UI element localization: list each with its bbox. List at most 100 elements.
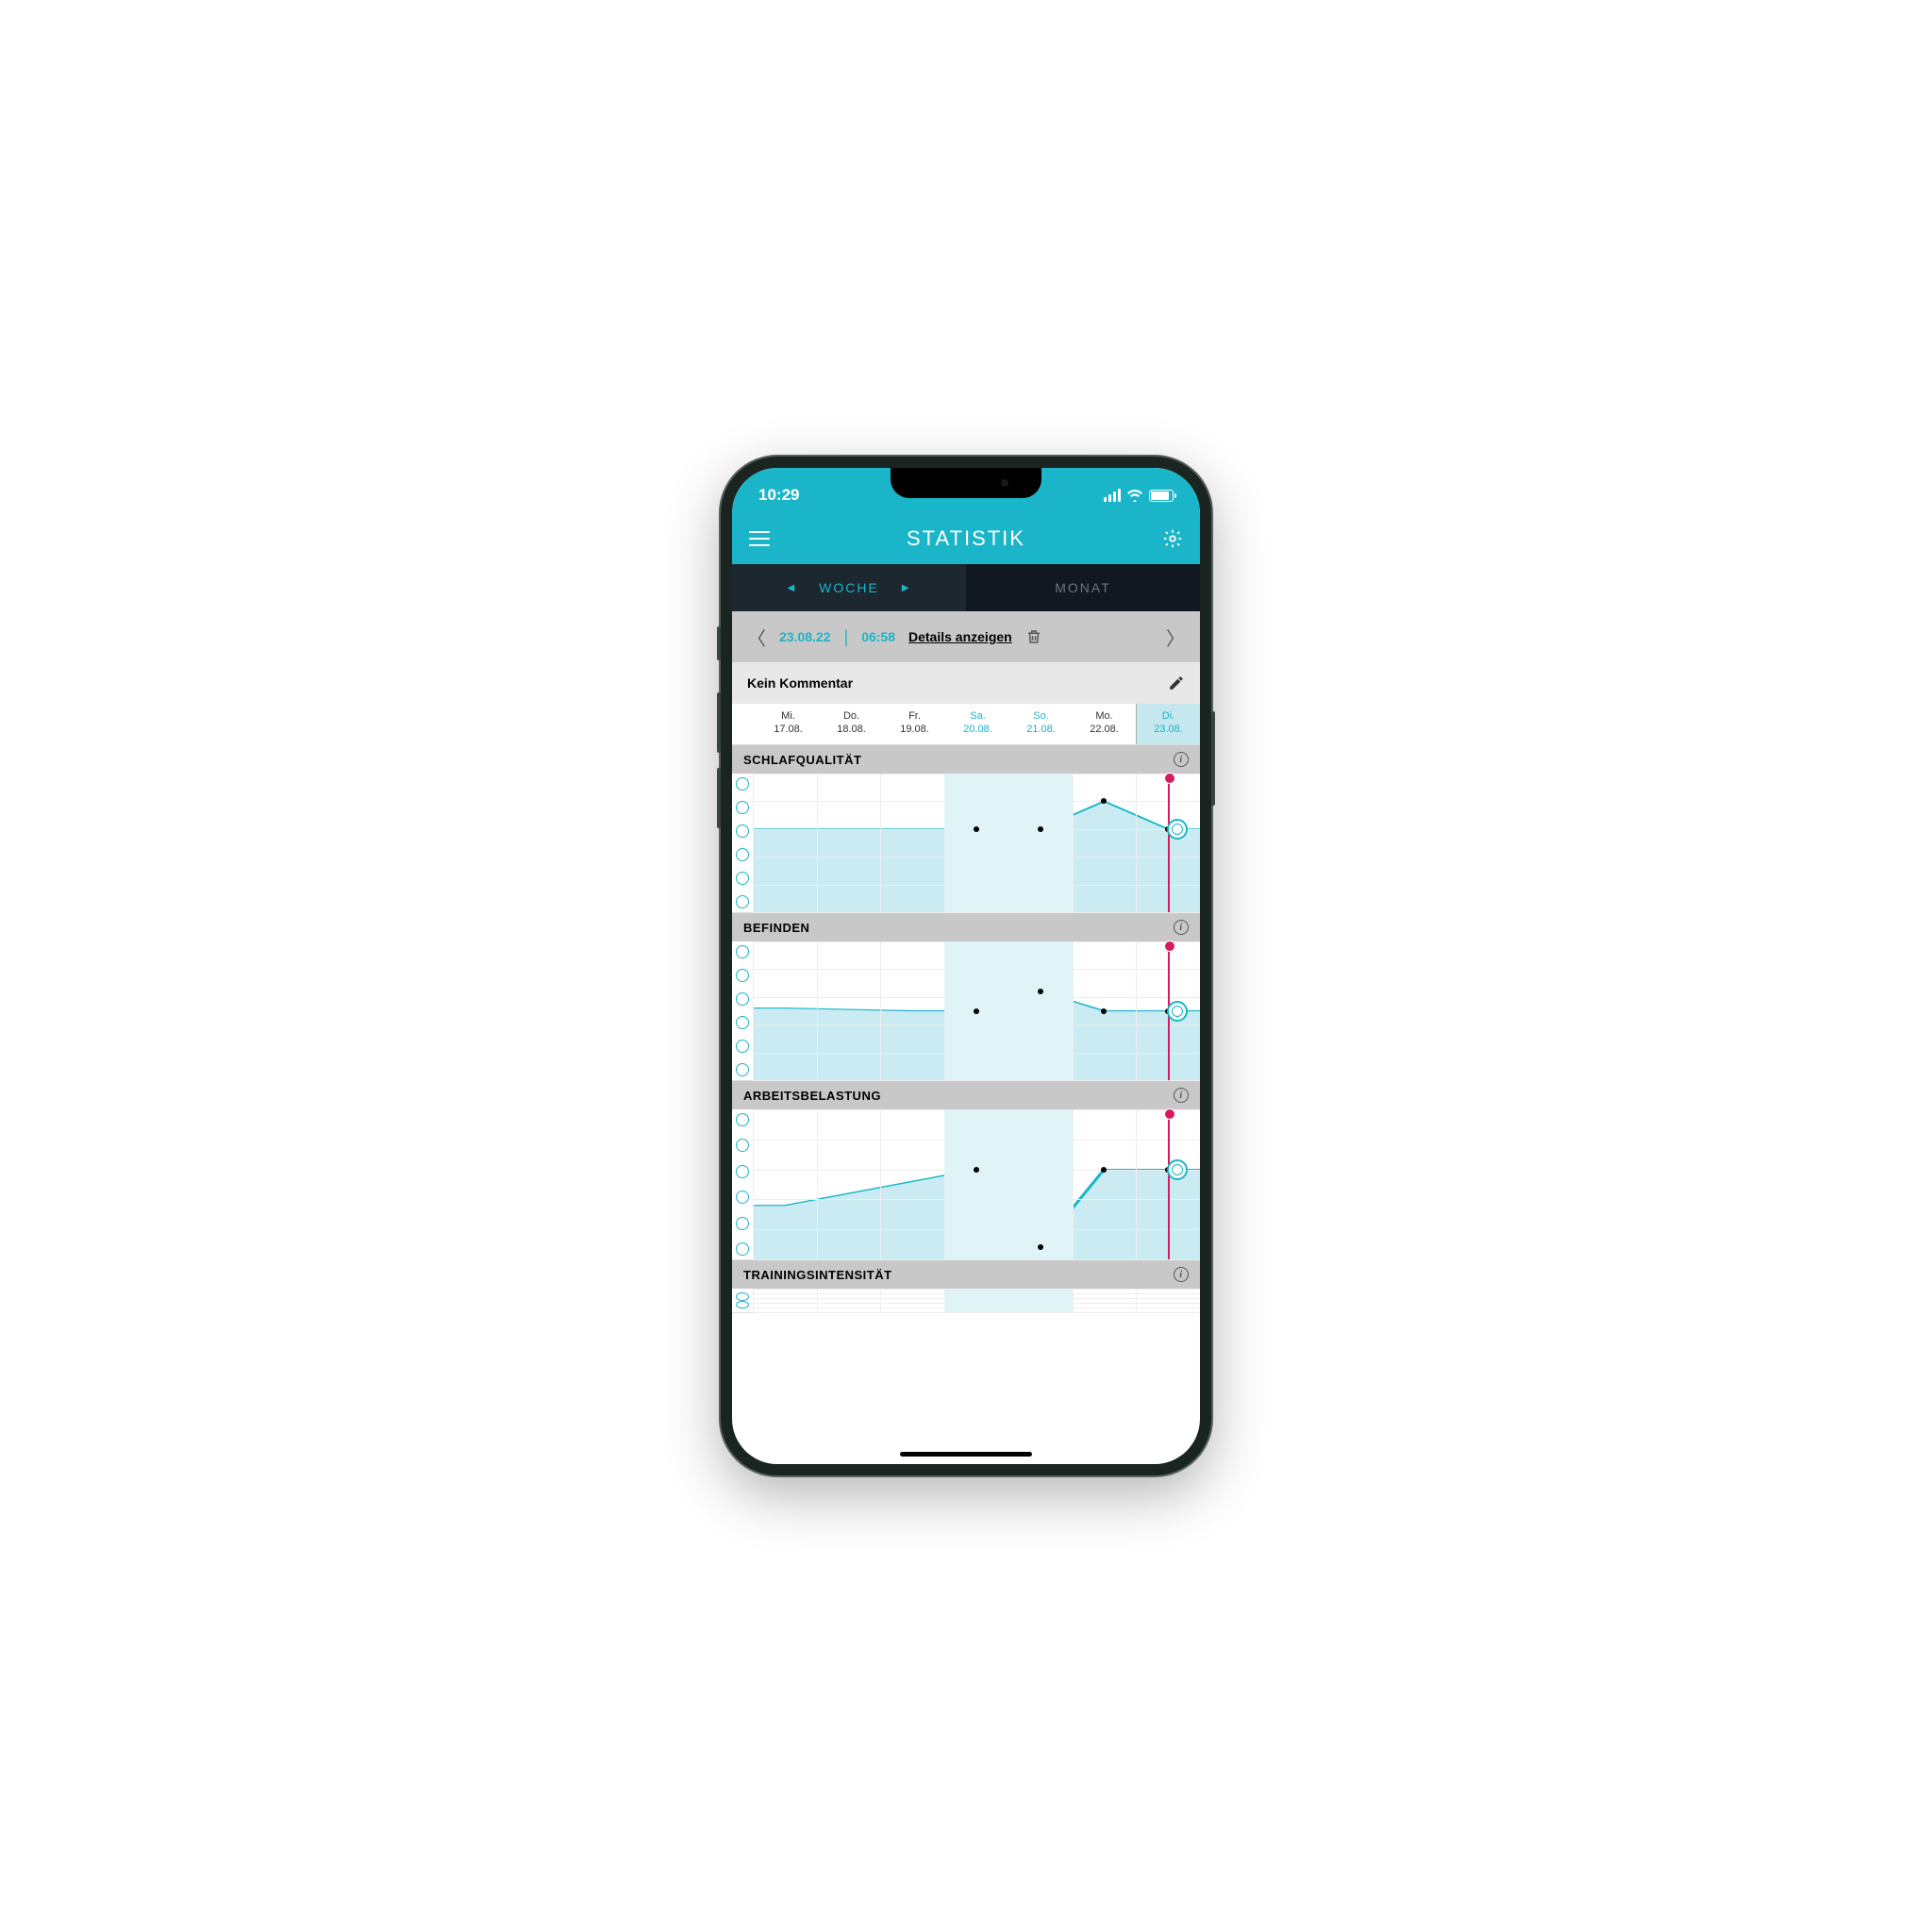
mood-face-icon: [736, 1139, 749, 1152]
mood-face-icon: [736, 1165, 749, 1178]
data-point: [974, 1167, 979, 1173]
chart: [732, 774, 1200, 913]
data-point: [1038, 989, 1043, 994]
mood-face-icon: [736, 1016, 749, 1029]
info-icon[interactable]: i: [1174, 1088, 1189, 1103]
next-week-icon[interactable]: ▶: [902, 583, 911, 593]
tab-month-label: MONAT: [1055, 580, 1111, 595]
y-axis: [732, 1113, 753, 1256]
mood-face-icon: [736, 1292, 749, 1301]
wifi-icon: [1126, 489, 1143, 502]
prev-entry-button[interactable]: 〈: [747, 624, 766, 651]
date-nav: 〈 23.08.22 | 06:58 Details anzeigen 〉: [732, 611, 1200, 662]
settings-icon[interactable]: [1162, 528, 1183, 549]
data-point: [1101, 1008, 1107, 1014]
section-header: ARBEITSBELASTUNG i: [732, 1081, 1200, 1109]
chart: [732, 1289, 1200, 1313]
trash-icon[interactable]: [1025, 628, 1042, 645]
status-icons: [1104, 489, 1174, 502]
section-header: TRAININGSINTENSITÄT i: [732, 1260, 1200, 1289]
plot-area: [753, 774, 1200, 912]
mood-face-icon: [736, 848, 749, 861]
comment-label: Kein Kommentar: [747, 675, 853, 691]
page-title: STATISTIK: [770, 526, 1162, 551]
entry-time: 06:58: [861, 629, 895, 644]
info-icon[interactable]: i: [1174, 752, 1189, 767]
phone-screen: 10:29 STATISTIK ◀ WOCHE ▶ MONAT: [732, 468, 1200, 1464]
day-cell[interactable]: Sa.20.08.: [946, 704, 1009, 744]
mood-face-icon: [736, 1301, 749, 1309]
plot-area: [753, 1289, 1200, 1312]
day-cell[interactable]: So.21.08.: [1009, 704, 1073, 744]
entry-date: 23.08.22: [779, 629, 831, 644]
comment-row: Kein Kommentar: [732, 662, 1200, 704]
menu-icon[interactable]: [749, 531, 770, 546]
prev-week-icon[interactable]: ◀: [787, 583, 796, 593]
side-button: [717, 626, 721, 660]
chart: [732, 941, 1200, 1081]
section-title: SCHLAFQUALITÄT: [743, 753, 861, 767]
edit-icon[interactable]: [1168, 675, 1185, 691]
cellular-icon: [1104, 489, 1121, 502]
day-cell[interactable]: Fr.19.08.: [883, 704, 946, 744]
section-title: TRAININGSINTENSITÄT: [743, 1268, 892, 1282]
info-icon[interactable]: i: [1174, 920, 1189, 935]
day-header: Mi.17.08.Do.18.08.Fr.19.08.Sa.20.08.So.2…: [732, 704, 1200, 745]
data-point: [1101, 1167, 1107, 1173]
data-point: [974, 826, 979, 832]
mood-face-icon: [736, 1217, 749, 1230]
side-button: [717, 692, 721, 753]
mood-face-icon: [736, 895, 749, 908]
status-time: 10:29: [758, 486, 799, 505]
battery-icon: [1149, 490, 1174, 502]
mood-face-icon: [736, 1113, 749, 1126]
home-indicator: [900, 1452, 1032, 1457]
mood-face-icon: [736, 1191, 749, 1204]
mood-face-icon: [736, 992, 749, 1006]
today-marker-line: [1168, 774, 1170, 912]
y-axis: [732, 777, 753, 908]
mood-face-icon: [736, 1040, 749, 1053]
notch: [891, 468, 1041, 498]
plot-area: [753, 941, 1200, 1080]
current-value-marker[interactable]: [1167, 1001, 1188, 1022]
section-title: ARBEITSBELASTUNG: [743, 1089, 881, 1103]
section-header: BEFINDENi: [732, 913, 1200, 941]
day-cell[interactable]: Di.23.08.: [1136, 704, 1200, 744]
mood-face-icon: [736, 801, 749, 814]
tab-week-label: WOCHE: [819, 580, 879, 595]
day-cell[interactable]: Mo.22.08.: [1073, 704, 1136, 744]
current-value-marker[interactable]: [1167, 819, 1188, 840]
side-button: [1211, 711, 1215, 806]
y-axis: [732, 1292, 753, 1308]
details-link[interactable]: Details anzeigen: [908, 629, 1012, 644]
next-entry-button[interactable]: 〉: [1166, 624, 1185, 651]
day-cell[interactable]: Do.18.08.: [820, 704, 883, 744]
mood-face-icon: [736, 777, 749, 791]
mood-face-icon: [736, 969, 749, 982]
today-marker-line: [1168, 1109, 1170, 1259]
mood-face-icon: [736, 1063, 749, 1076]
section-header: SCHLAFQUALITÄT i: [732, 745, 1200, 774]
data-point: [1038, 826, 1043, 832]
app-header: STATISTIK: [732, 513, 1200, 564]
charts-container: SCHLAFQUALITÄT i BEFINDENi ARBEITSBELASTU…: [732, 745, 1200, 1313]
data-point: [1038, 1244, 1043, 1250]
mood-face-icon: [736, 1242, 749, 1256]
mood-face-icon: [736, 824, 749, 838]
tab-week[interactable]: ◀ WOCHE ▶: [732, 564, 966, 611]
day-spacer: [732, 704, 757, 744]
current-value-marker[interactable]: [1167, 1159, 1188, 1180]
y-axis: [732, 945, 753, 1076]
day-cell[interactable]: Mi.17.08.: [757, 704, 820, 744]
side-button: [717, 768, 721, 828]
mood-face-icon: [736, 872, 749, 885]
phone-frame: 10:29 STATISTIK ◀ WOCHE ▶ MONAT: [721, 457, 1211, 1475]
chart: [732, 1109, 1200, 1260]
info-icon[interactable]: i: [1174, 1267, 1189, 1282]
data-point: [974, 1008, 979, 1014]
tab-month[interactable]: MONAT: [966, 564, 1200, 611]
data-point: [1101, 798, 1107, 804]
period-tabs: ◀ WOCHE ▶ MONAT: [732, 564, 1200, 611]
plot-area: [753, 1109, 1200, 1259]
